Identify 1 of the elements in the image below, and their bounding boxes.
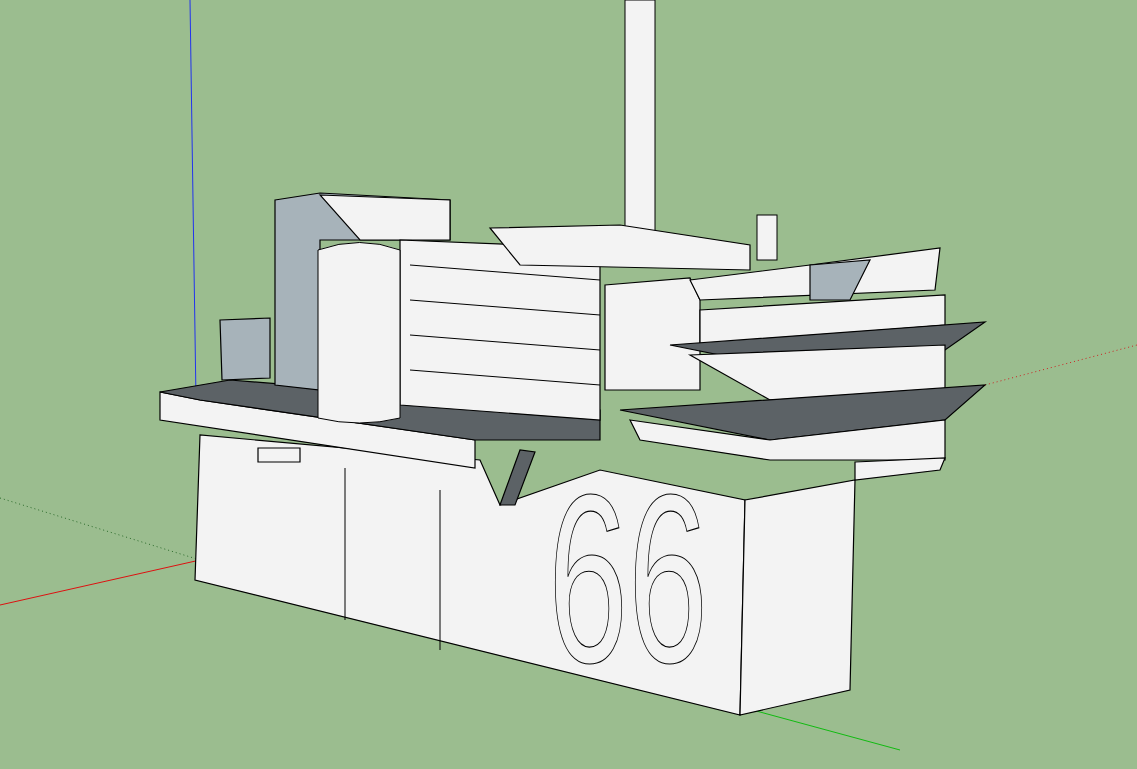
hull-number: 66: [548, 445, 815, 713]
